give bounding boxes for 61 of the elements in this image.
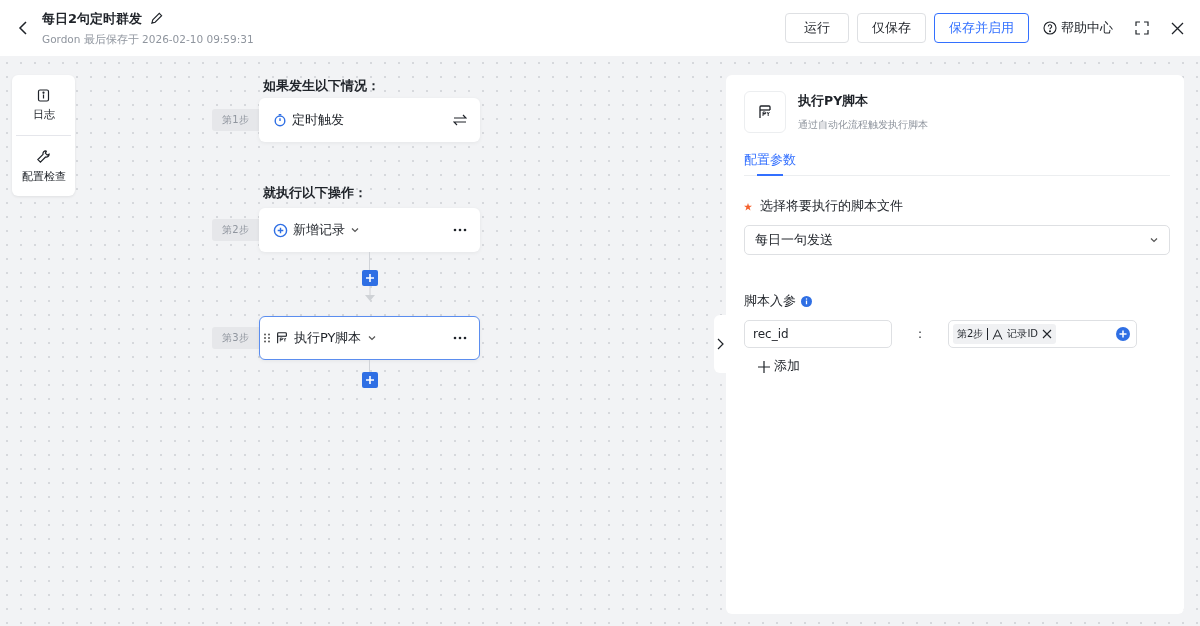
chevron-right-icon: [716, 338, 724, 350]
chevron-down-icon: [366, 333, 377, 343]
info-icon: [37, 88, 50, 102]
workflow-title: 每日2句定时群发: [42, 9, 143, 28]
step-card[interactable]: 新增记录: [259, 208, 480, 252]
drag-handle-icon: [264, 333, 270, 343]
plus-icon: [758, 360, 770, 373]
add-circle-icon[interactable]: [1116, 327, 1130, 341]
chevron-down-icon: [350, 225, 360, 235]
step-label: 定时触发: [292, 111, 344, 129]
tool-button[interactable]: 配置检查: [16, 135, 71, 196]
script-select[interactable]: 每日一句发送: [744, 225, 1170, 255]
fullscreen-icon: [1135, 21, 1149, 35]
stopwatch-icon: [273, 113, 287, 127]
step-card[interactable]: 执行PY脚本: [259, 316, 480, 360]
plus-circle-icon: [273, 222, 288, 238]
panel-description: 通过自动化流程触发执行脚本: [798, 117, 928, 132]
token-field: 记录ID: [1007, 327, 1039, 341]
action-heading: 就执行以下操作：: [263, 184, 368, 202]
field-label: 选择将要执行的脚本文件: [760, 198, 903, 215]
add-param-button[interactable]: 添加: [758, 358, 800, 375]
trigger-heading: 如果发生以下情况：: [263, 77, 381, 95]
step-label: 新增记录: [293, 221, 345, 239]
more-icon[interactable]: [453, 228, 467, 232]
close-button[interactable]: [1171, 21, 1184, 35]
step-card[interactable]: 定时触发: [259, 98, 480, 142]
more-icon[interactable]: [453, 336, 467, 340]
text-type-icon: [992, 328, 1004, 340]
header-button[interactable]: 保存并启用: [934, 13, 1029, 43]
chevron-down-icon: [1149, 235, 1159, 245]
header-button[interactable]: 仅保存: [857, 13, 926, 43]
remove-icon[interactable]: [1042, 329, 1053, 339]
panel-tab[interactable]: 配置参数: [744, 152, 796, 175]
tool-button[interactable]: 日志: [16, 75, 71, 135]
add-step-button[interactable]: [361, 270, 378, 286]
wrench-icon: [36, 148, 51, 164]
add-step-button[interactable]: [361, 372, 378, 388]
plus-icon: [365, 274, 374, 282]
param-value-field[interactable]: 第2步 记录ID: [948, 320, 1137, 348]
separator: :: [916, 327, 923, 341]
step-tag: 第2步: [212, 219, 259, 241]
step-tag: 第1步: [212, 109, 259, 131]
info-icon: [801, 296, 812, 307]
save-info: Gordon 最后保存于 2026-02-10 09:59:31: [42, 32, 255, 47]
collapse-handle[interactable]: [714, 315, 726, 373]
script-file-icon: [757, 104, 773, 120]
panel-title: 执行PY脚本: [798, 92, 870, 110]
help-link[interactable]: 帮助中心: [1043, 19, 1113, 37]
help-icon: [1043, 21, 1057, 35]
swap-icon[interactable]: [453, 114, 467, 126]
close-icon: [1171, 21, 1184, 35]
token-step: 第2步: [957, 327, 984, 341]
header-button[interactable]: 运行: [785, 13, 849, 43]
plus-icon: [365, 376, 374, 384]
step-tag: 第3步: [212, 327, 259, 349]
params-label: 脚本入参: [744, 293, 796, 310]
fullscreen-button[interactable]: [1135, 21, 1149, 35]
edit-icon[interactable]: [150, 12, 164, 25]
step-label: 执行PY脚本: [294, 329, 362, 347]
param-name-field[interactable]: rec_id: [744, 320, 892, 348]
script-file-icon: [275, 331, 289, 345]
